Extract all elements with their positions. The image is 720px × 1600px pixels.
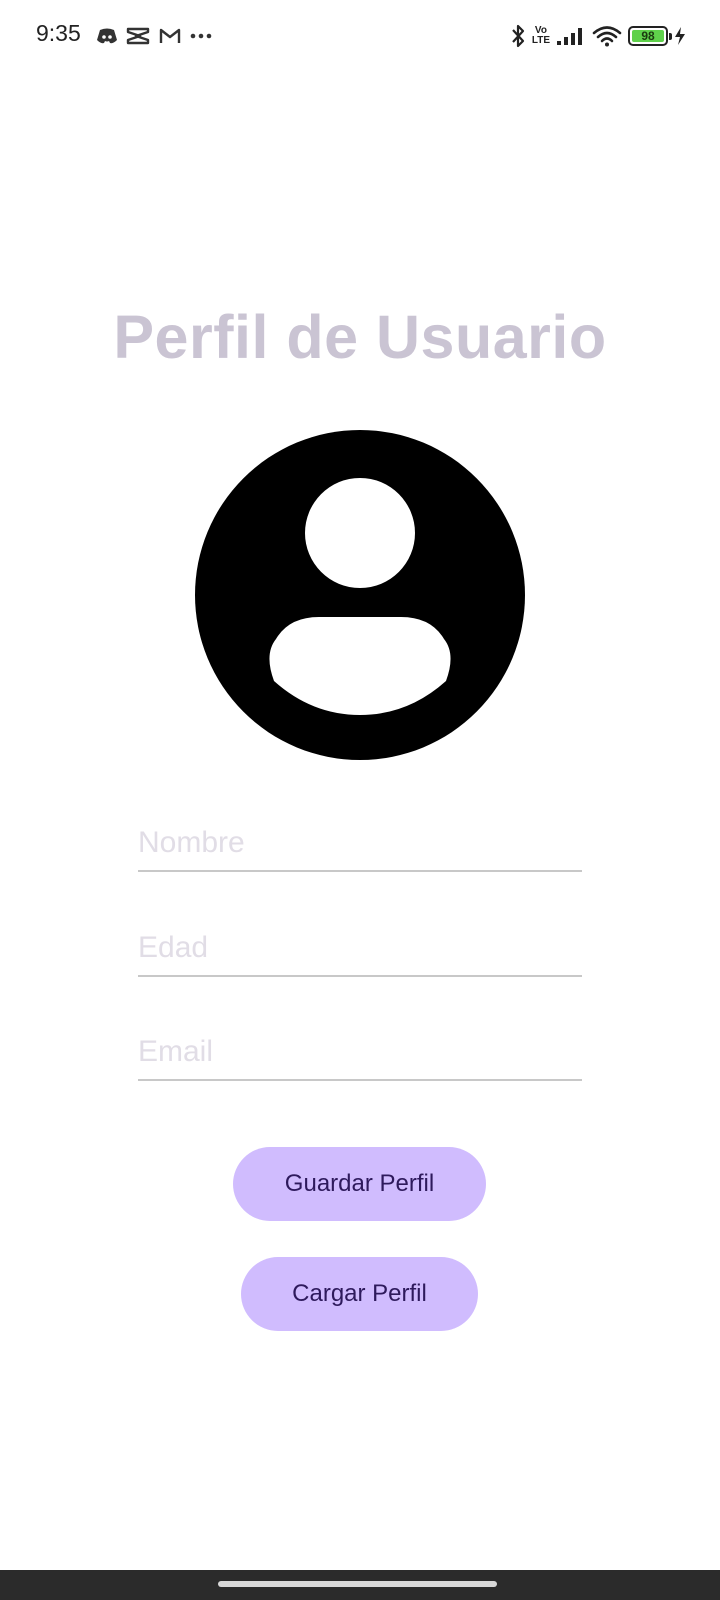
battery-icon: 98 [628, 26, 672, 46]
email-field[interactable] [138, 1025, 582, 1081]
account-circle-icon[interactable] [194, 429, 526, 761]
save-profile-button[interactable]: Guardar Perfil [233, 1147, 486, 1221]
gmail-icon [158, 27, 182, 45]
more-dots-icon [190, 33, 212, 39]
capcut-icon [126, 26, 150, 46]
wifi-icon [592, 25, 622, 47]
charging-icon [674, 26, 686, 46]
volte-line2: LTE [531, 35, 550, 46]
signal-icon [556, 26, 586, 46]
status-bar: 9:35 Vo LTE 98 [0, 0, 720, 72]
page-title: Perfil de Usuario [113, 303, 607, 371]
name-field[interactable] [138, 816, 582, 872]
home-gesture-handle[interactable] [218, 1581, 497, 1587]
discord-icon [96, 27, 118, 45]
system-icons: Vo LTE 98 [510, 22, 686, 50]
notification-icons [96, 24, 212, 48]
age-field[interactable] [138, 921, 582, 977]
status-time: 9:35 [36, 20, 81, 46]
bluetooth-icon [510, 23, 526, 49]
battery-level: 98 [632, 29, 664, 43]
load-profile-button[interactable]: Cargar Perfil [241, 1257, 478, 1331]
app-screen: 9:35 Vo LTE 98 Perfil de Usuario Nombre … [0, 0, 720, 1600]
navigation-bar [0, 1570, 720, 1600]
volte-icon: Vo LTE [532, 26, 550, 46]
